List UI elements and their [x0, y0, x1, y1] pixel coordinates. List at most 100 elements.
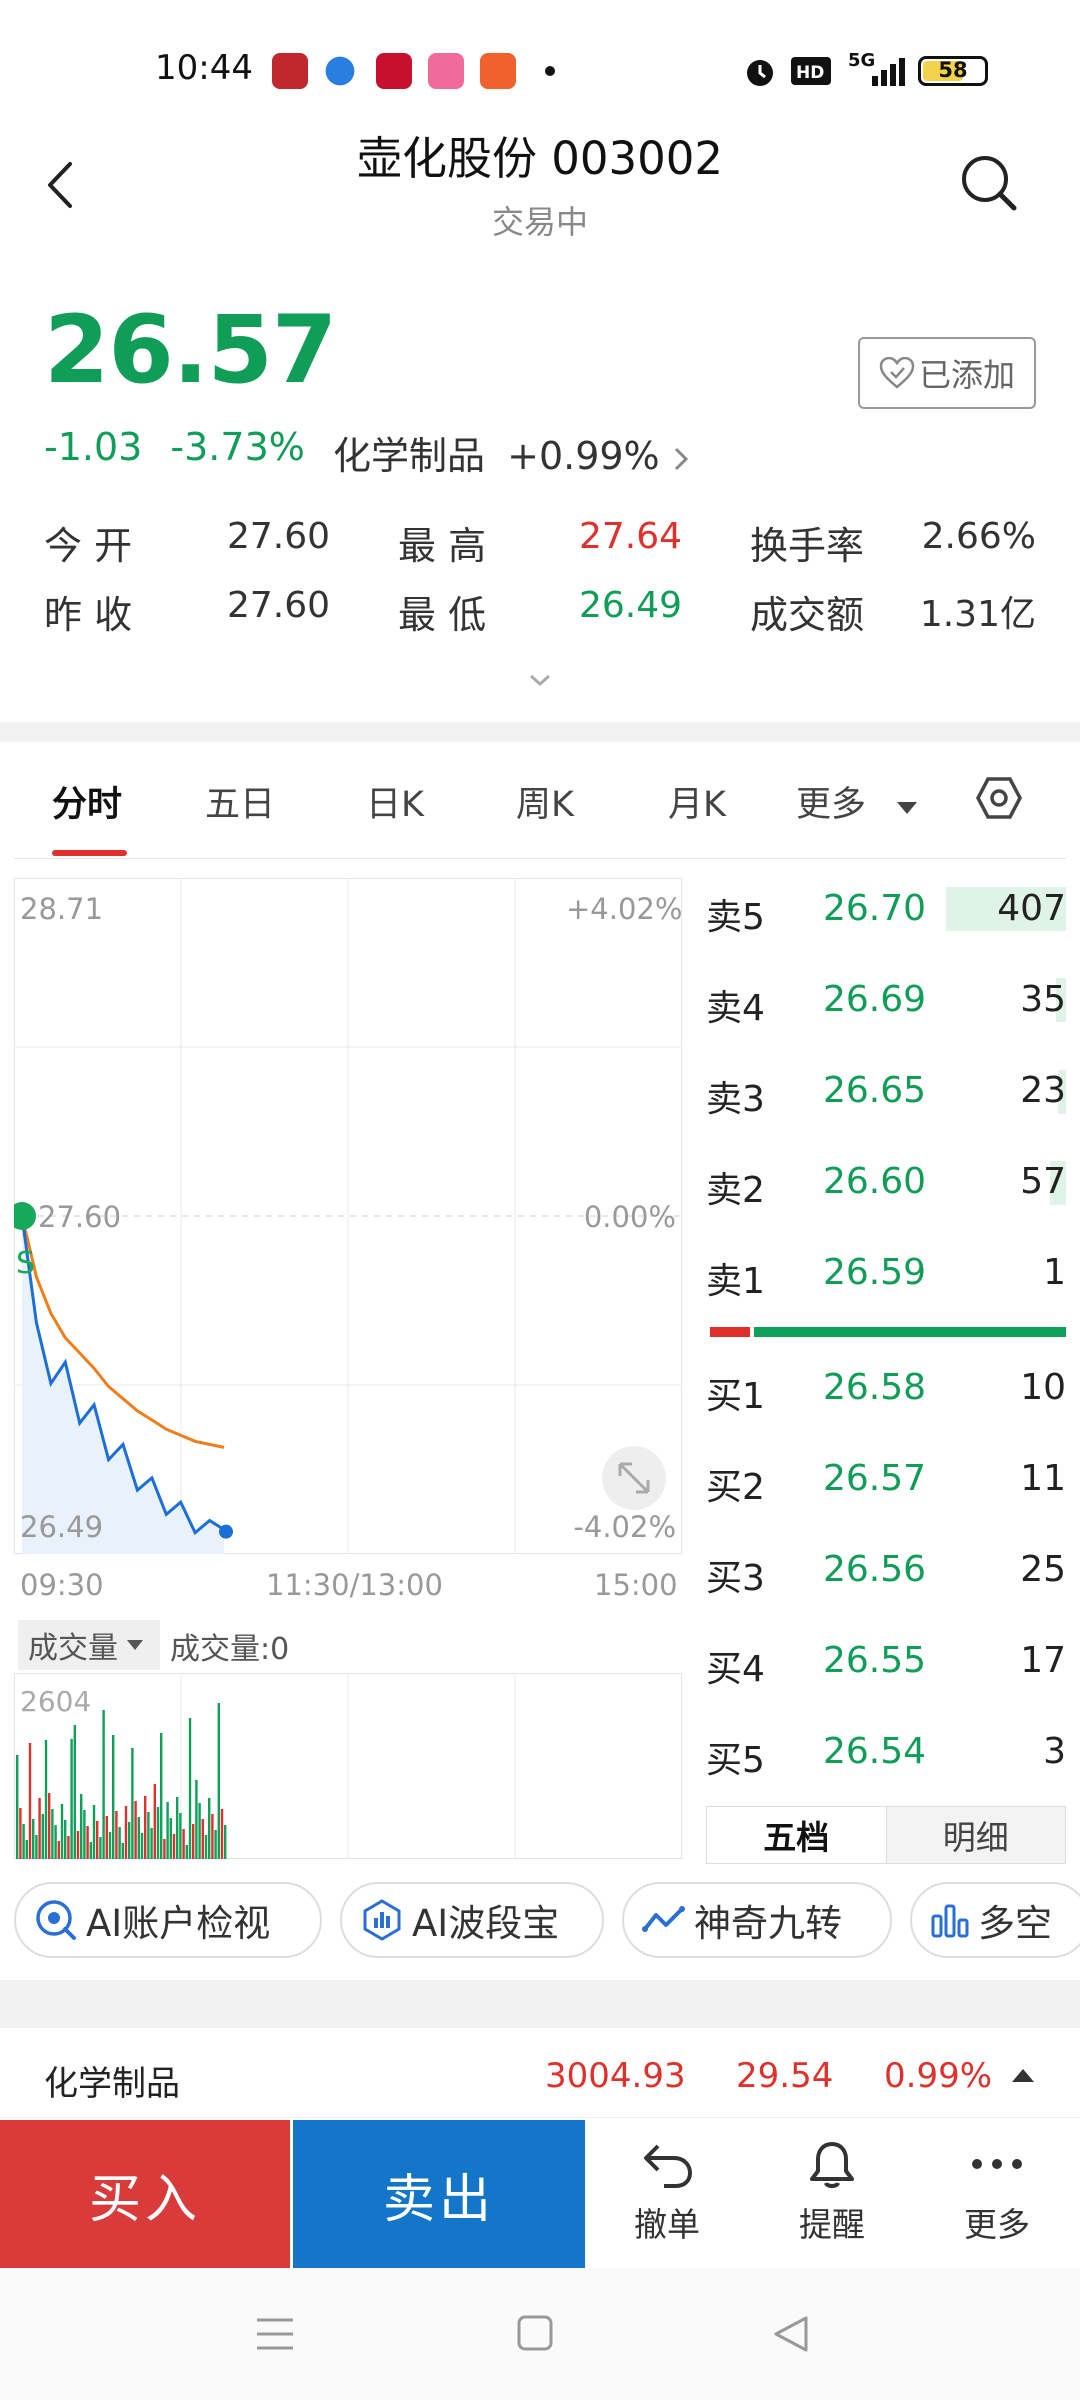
- long-short-button[interactable]: 多空: [910, 1882, 1080, 1958]
- volume-bar: [115, 1811, 118, 1859]
- stat-label-turnover: 换手率: [750, 524, 865, 568]
- tab-more[interactable]: 更多: [796, 776, 919, 827]
- magic-nine-label: 神奇九转: [694, 1902, 842, 1945]
- sell-button[interactable]: 卖出: [293, 2120, 585, 2268]
- ask-1-label: 卖1: [706, 1261, 765, 1302]
- search-icon[interactable]: [958, 152, 1018, 212]
- stat-value-low: 26.49: [578, 585, 682, 626]
- volume-bar: [137, 1817, 140, 1859]
- price-change: -1.03: [44, 425, 143, 469]
- buy-button[interactable]: 买入: [0, 2120, 290, 2268]
- volume-bar: [198, 1803, 201, 1859]
- x-axis-start: 09:30: [20, 1568, 104, 1602]
- bid-2-label: 买2: [706, 1467, 765, 1508]
- volume-bar: [144, 1796, 147, 1859]
- heart-check-icon: [879, 357, 915, 389]
- tab-weekly-k[interactable]: 周K: [516, 776, 574, 827]
- menu-icon[interactable]: [255, 2316, 295, 2352]
- ask-ratio-bar: [754, 1327, 1066, 1337]
- sell-signal-marker: S: [16, 1246, 35, 1281]
- volume-bar: [76, 1831, 80, 1859]
- volume-bar: [156, 1807, 160, 1859]
- bid-5-label: 买5: [706, 1740, 765, 1781]
- volume-bar: [182, 1829, 185, 1859]
- current-price: 26.57: [44, 296, 337, 405]
- tab-five-levels[interactable]: 五档: [707, 1807, 887, 1863]
- wave-chart-icon: [363, 1899, 401, 1941]
- app-notification-icon: [272, 53, 308, 89]
- tab-trade-detail[interactable]: 明细: [886, 1807, 1065, 1863]
- sector-link[interactable]: 化学制品 +0.99%: [333, 425, 690, 480]
- app-notification-icon: [480, 53, 516, 89]
- ai-account-review-button[interactable]: AI账户检视: [14, 1882, 322, 1958]
- stat-value-open: 27.60: [226, 516, 330, 557]
- bid-2-price: 26.57: [823, 1458, 927, 1499]
- cancel-order-button[interactable]: 撤单: [592, 2140, 742, 2246]
- bid-2-volume: 11: [1020, 1458, 1066, 1499]
- stat-label-high: 最 高: [398, 524, 487, 568]
- fullscreen-button[interactable]: [602, 1446, 666, 1510]
- ask-2-price: 26.60: [823, 1161, 927, 1202]
- volume-bar: [105, 1816, 108, 1859]
- collapse-up-icon[interactable]: [1010, 2066, 1036, 2084]
- alert-button[interactable]: 提醒: [757, 2140, 907, 2246]
- stat-value-amount: 1.31亿: [919, 594, 1036, 635]
- app-notification-icon: [428, 53, 464, 89]
- volume-bar: [108, 1832, 112, 1859]
- stat-value-prev-close: 27.60: [226, 585, 330, 626]
- expand-chevron-icon[interactable]: [525, 670, 555, 690]
- more-label: 更多: [964, 2205, 1030, 2244]
- more-button[interactable]: 更多: [922, 2140, 1072, 2246]
- page-title: 壶化股份 003002: [356, 132, 724, 185]
- status-bar: 10:44 HD 5G 58: [0, 0, 1080, 140]
- bid-3-label: 买3: [706, 1558, 765, 1599]
- home-icon[interactable]: [516, 2314, 554, 2352]
- volume-bar: [44, 1740, 48, 1859]
- volume-bar: [172, 1834, 176, 1859]
- volume-bar: [54, 1825, 57, 1859]
- sector-index-row[interactable]: 化学制品 3004.93 29.54 0.99%: [0, 2028, 1080, 2118]
- volume-bar: [214, 1830, 217, 1859]
- tabs-divider: [14, 858, 1066, 859]
- status-time: 10:44: [155, 48, 253, 88]
- volume-bar: [153, 1784, 156, 1859]
- back-nav-icon[interactable]: [772, 2314, 810, 2354]
- ai-wave-button[interactable]: AI波段宝: [340, 1882, 604, 1958]
- more-dots-icon: [972, 2159, 1022, 2169]
- volume-bar: [185, 1845, 188, 1859]
- bid-4-price: 26.55: [823, 1640, 927, 1681]
- volume-bar: [51, 1809, 54, 1859]
- caret-down-icon: [127, 1640, 143, 1650]
- volume-bar: [25, 1840, 28, 1859]
- bid-5-volume: 3: [1043, 1731, 1066, 1772]
- bid-5-price: 26.54: [823, 1731, 927, 1772]
- volume-bar: [208, 1798, 211, 1859]
- tab-five-day[interactable]: 五日: [205, 776, 275, 827]
- tab-intraday[interactable]: 分时: [52, 776, 122, 827]
- chart-settings-icon[interactable]: [976, 775, 1022, 821]
- volume-bar: [220, 1809, 224, 1859]
- volume-bar: [38, 1798, 41, 1859]
- tab-monthly-k[interactable]: 月K: [668, 776, 726, 827]
- pct-axis-bottom: -4.02%: [573, 1510, 676, 1544]
- x-axis-mid: 11:30/13:00: [266, 1568, 443, 1602]
- volume-bar: [99, 1837, 102, 1859]
- watchlist-added-button[interactable]: 已添加: [858, 337, 1036, 409]
- stat-label-open: 今 开: [44, 524, 133, 568]
- volume-bar: [124, 1806, 128, 1859]
- stat-label-low: 最 低: [398, 593, 487, 637]
- volume-bar: [179, 1813, 182, 1859]
- volume-bar: [201, 1819, 204, 1859]
- svg-text:HD: HD: [796, 63, 824, 83]
- magic-nine-button[interactable]: 神奇九转: [622, 1882, 892, 1958]
- y-axis-top: 28.71: [20, 892, 104, 926]
- volume-indicator-select[interactable]: 成交量: [18, 1620, 160, 1670]
- volume-bar: [118, 1827, 121, 1859]
- volume-bar: [28, 1743, 32, 1859]
- volume-bar: [57, 1841, 60, 1859]
- volume-bar: [89, 1842, 92, 1859]
- volume-bar: [70, 1739, 73, 1859]
- volume-bar: [19, 1808, 22, 1859]
- tab-daily-k[interactable]: 日K: [366, 776, 424, 827]
- eye-icon: [36, 1900, 76, 1940]
